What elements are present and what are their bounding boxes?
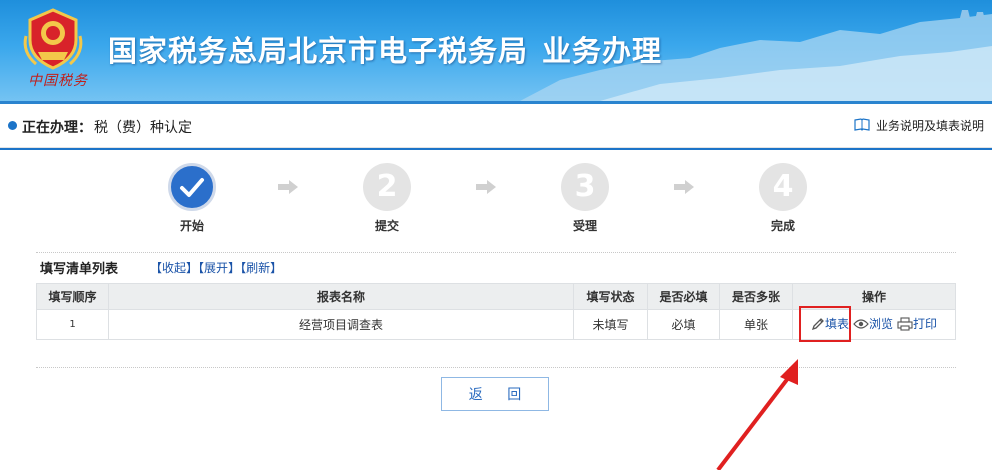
dotted-divider — [36, 252, 956, 253]
step-arrow-icon — [674, 180, 694, 194]
current-task-value: 税（费）种认定 — [94, 120, 192, 136]
refresh-link[interactable]: 刷新 — [246, 261, 270, 275]
column-header: 报表名称 — [108, 283, 574, 310]
section-divider — [0, 148, 992, 150]
eye-icon — [853, 319, 869, 329]
step-number: 4 — [759, 163, 807, 211]
bullet-icon — [8, 121, 17, 130]
step-check-icon — [168, 163, 216, 211]
view-link[interactable]: 浏览 — [853, 315, 893, 332]
collapse-link[interactable]: 收起 — [162, 261, 186, 275]
help-link-label: 业务说明及填表说明 — [875, 119, 984, 133]
step-submit: 2 提交 — [352, 163, 422, 234]
step-label: 提交 — [374, 219, 399, 233]
column-header: 是否必填 — [647, 283, 720, 310]
cell-form-name: 经营项目调查表 — [108, 309, 574, 340]
step-arrow-icon — [476, 180, 496, 194]
cell-multiple: 单张 — [719, 309, 793, 340]
site-title-sub: 业务办理 — [542, 34, 663, 68]
site-title: 国家税务总局北京市电子税务局 业务办理 — [108, 28, 662, 70]
step-arrow-icon — [278, 180, 298, 194]
current-task-label: 正在办理： — [22, 120, 92, 136]
column-header: 填写状态 — [573, 283, 648, 310]
header-banner: 中国税务 国家税务总局北京市电子税务局 业务办理 — [0, 0, 992, 101]
cell-seq: 1 — [36, 309, 109, 340]
print-link[interactable]: 打印 — [897, 315, 937, 332]
column-header: 是否多张 — [719, 283, 793, 310]
dotted-divider — [36, 367, 956, 368]
cell-status: 未填写 — [573, 309, 648, 340]
red-arrow-annotation — [716, 359, 798, 470]
column-header: 填写顺序 — [36, 283, 109, 310]
step-complete: 4 完成 — [748, 163, 818, 234]
step-accept: 3 受理 — [550, 163, 620, 234]
list-title: 填写清单列表 — [40, 262, 119, 277]
site-title-main: 国家税务总局北京市电子税务局 — [108, 34, 529, 68]
step-label: 开始 — [179, 219, 204, 233]
expand-link[interactable]: 展开 — [204, 261, 228, 275]
step-start: 开始 — [157, 163, 227, 234]
printer-icon — [897, 317, 913, 331]
tax-emblem-icon — [23, 8, 83, 70]
step-label: 完成 — [770, 219, 795, 233]
view-label: 浏览 — [868, 317, 893, 332]
cell-required: 必填 — [647, 309, 720, 340]
brand-script-logo: 中国税务 — [28, 73, 88, 89]
help-link[interactable]: 业务说明及填表说明 — [854, 117, 984, 134]
book-icon — [854, 118, 870, 131]
step-label: 受理 — [572, 219, 597, 233]
back-button[interactable]: 返 回 — [441, 377, 549, 411]
print-label: 打印 — [913, 317, 938, 332]
list-toolbar: 【收起】【展开】【刷新】 — [150, 261, 283, 275]
step-number: 2 — [363, 163, 411, 211]
highlight-box — [799, 306, 851, 342]
current-task-bar: 正在办理： 税（费）种认定 业务说明及填表说明 — [0, 104, 992, 148]
step-number: 3 — [561, 163, 609, 211]
